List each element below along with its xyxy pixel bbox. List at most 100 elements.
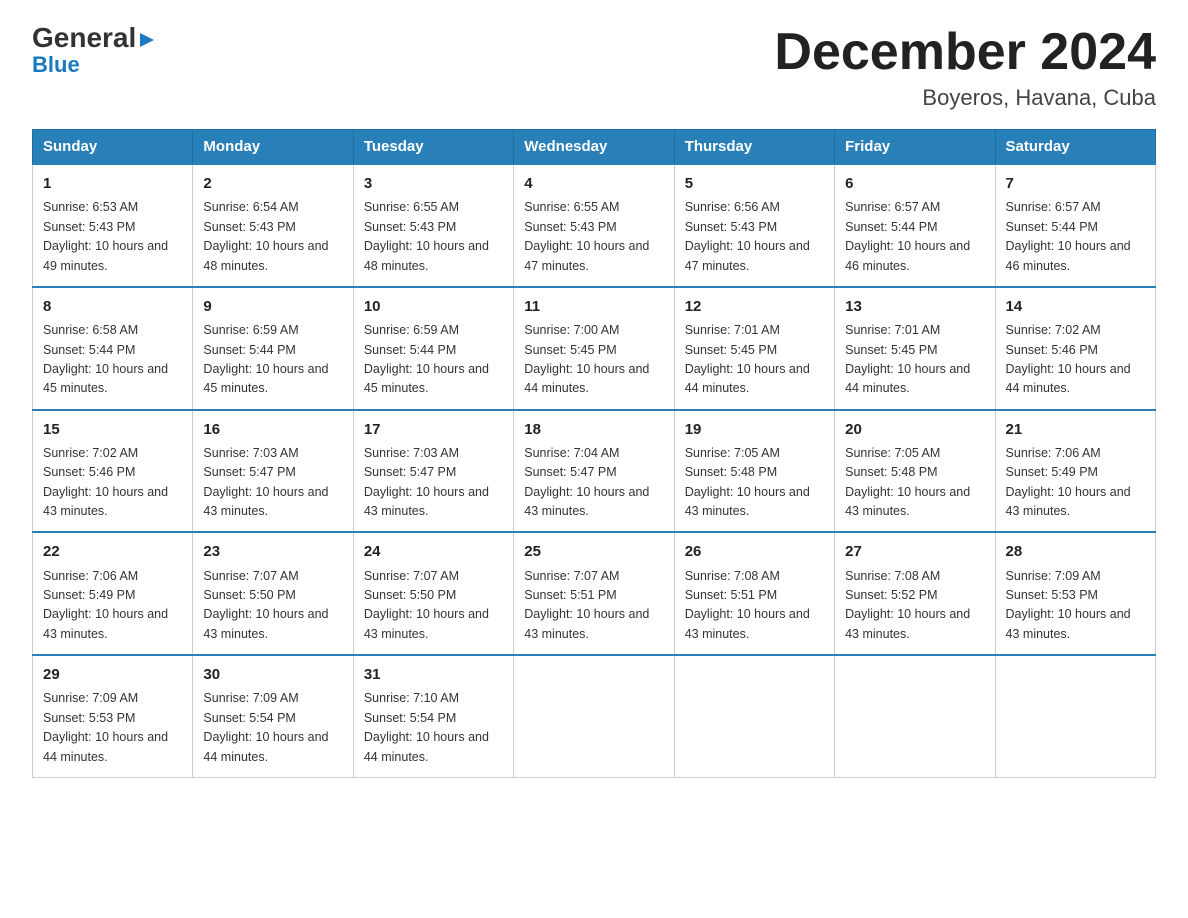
daylight-text: Daylight: 10 hours and 45 minutes.	[203, 362, 328, 395]
sunset-text: Sunset: 5:47 PM	[524, 465, 616, 479]
sunset-text: Sunset: 5:49 PM	[43, 588, 135, 602]
daylight-text: Daylight: 10 hours and 44 minutes.	[1006, 362, 1131, 395]
sunset-text: Sunset: 5:43 PM	[524, 220, 616, 234]
calendar-cell: 31 Sunrise: 7:10 AM Sunset: 5:54 PM Dayl…	[353, 655, 513, 777]
sunrise-text: Sunrise: 7:07 AM	[203, 569, 298, 583]
sunrise-text: Sunrise: 6:54 AM	[203, 200, 298, 214]
calendar-cell: 7 Sunrise: 6:57 AM Sunset: 5:44 PM Dayli…	[995, 164, 1155, 287]
calendar-cell: 21 Sunrise: 7:06 AM Sunset: 5:49 PM Dayl…	[995, 410, 1155, 533]
daylight-text: Daylight: 10 hours and 45 minutes.	[43, 362, 168, 395]
sunset-text: Sunset: 5:49 PM	[1006, 465, 1098, 479]
calendar-week-1: 1 Sunrise: 6:53 AM Sunset: 5:43 PM Dayli…	[33, 164, 1156, 287]
daylight-text: Daylight: 10 hours and 43 minutes.	[203, 607, 328, 640]
daylight-text: Daylight: 10 hours and 43 minutes.	[1006, 485, 1131, 518]
day-number: 4	[524, 172, 663, 195]
location-subtitle: Boyeros, Havana, Cuba	[774, 85, 1156, 111]
daylight-text: Daylight: 10 hours and 47 minutes.	[524, 239, 649, 272]
day-number: 29	[43, 663, 182, 686]
sunset-text: Sunset: 5:51 PM	[524, 588, 616, 602]
daylight-text: Daylight: 10 hours and 44 minutes.	[364, 730, 489, 763]
day-number: 31	[364, 663, 503, 686]
sunset-text: Sunset: 5:52 PM	[845, 588, 937, 602]
page-header: General Blue December 2024 Boyeros, Hava…	[32, 24, 1156, 111]
sunrise-text: Sunrise: 7:07 AM	[364, 569, 459, 583]
calendar-cell: 4 Sunrise: 6:55 AM Sunset: 5:43 PM Dayli…	[514, 164, 674, 287]
day-number: 13	[845, 295, 984, 318]
sunset-text: Sunset: 5:46 PM	[43, 465, 135, 479]
calendar-cell: 28 Sunrise: 7:09 AM Sunset: 5:53 PM Dayl…	[995, 532, 1155, 655]
sunrise-text: Sunrise: 6:58 AM	[43, 323, 138, 337]
calendar-cell: 3 Sunrise: 6:55 AM Sunset: 5:43 PM Dayli…	[353, 164, 513, 287]
header-sunday: Sunday	[33, 130, 193, 165]
logo-blue-text: Blue	[32, 52, 80, 78]
sunset-text: Sunset: 5:44 PM	[845, 220, 937, 234]
calendar-cell: 12 Sunrise: 7:01 AM Sunset: 5:45 PM Dayl…	[674, 287, 834, 410]
calendar-week-4: 22 Sunrise: 7:06 AM Sunset: 5:49 PM Dayl…	[33, 532, 1156, 655]
header-thursday: Thursday	[674, 130, 834, 165]
calendar-cell: 20 Sunrise: 7:05 AM Sunset: 5:48 PM Dayl…	[835, 410, 995, 533]
calendar-table: Sunday Monday Tuesday Wednesday Thursday…	[32, 129, 1156, 778]
logo-arrow-icon	[138, 31, 156, 49]
sunrise-text: Sunrise: 7:04 AM	[524, 446, 619, 460]
sunrise-text: Sunrise: 6:57 AM	[1006, 200, 1101, 214]
daylight-text: Daylight: 10 hours and 46 minutes.	[1006, 239, 1131, 272]
daylight-text: Daylight: 10 hours and 47 minutes.	[685, 239, 810, 272]
sunrise-text: Sunrise: 7:09 AM	[203, 691, 298, 705]
sunrise-text: Sunrise: 7:00 AM	[524, 323, 619, 337]
calendar-cell: 17 Sunrise: 7:03 AM Sunset: 5:47 PM Dayl…	[353, 410, 513, 533]
calendar-cell	[835, 655, 995, 777]
month-title: December 2024	[774, 24, 1156, 81]
sunrise-text: Sunrise: 6:59 AM	[364, 323, 459, 337]
day-number: 7	[1006, 172, 1145, 195]
calendar-cell: 29 Sunrise: 7:09 AM Sunset: 5:53 PM Dayl…	[33, 655, 193, 777]
sunrise-text: Sunrise: 7:06 AM	[43, 569, 138, 583]
calendar-cell: 27 Sunrise: 7:08 AM Sunset: 5:52 PM Dayl…	[835, 532, 995, 655]
sunrise-text: Sunrise: 7:08 AM	[685, 569, 780, 583]
sunset-text: Sunset: 5:48 PM	[685, 465, 777, 479]
calendar-cell: 8 Sunrise: 6:58 AM Sunset: 5:44 PM Dayli…	[33, 287, 193, 410]
daylight-text: Daylight: 10 hours and 43 minutes.	[364, 485, 489, 518]
sunrise-text: Sunrise: 7:02 AM	[43, 446, 138, 460]
calendar-cell: 15 Sunrise: 7:02 AM Sunset: 5:46 PM Dayl…	[33, 410, 193, 533]
day-number: 21	[1006, 418, 1145, 441]
calendar-cell: 19 Sunrise: 7:05 AM Sunset: 5:48 PM Dayl…	[674, 410, 834, 533]
day-number: 8	[43, 295, 182, 318]
day-number: 30	[203, 663, 342, 686]
sunrise-text: Sunrise: 6:55 AM	[364, 200, 459, 214]
sunset-text: Sunset: 5:47 PM	[364, 465, 456, 479]
calendar-cell: 13 Sunrise: 7:01 AM Sunset: 5:45 PM Dayl…	[835, 287, 995, 410]
sunset-text: Sunset: 5:43 PM	[364, 220, 456, 234]
calendar-week-3: 15 Sunrise: 7:02 AM Sunset: 5:46 PM Dayl…	[33, 410, 1156, 533]
sunrise-text: Sunrise: 7:03 AM	[364, 446, 459, 460]
sunrise-text: Sunrise: 7:03 AM	[203, 446, 298, 460]
sunrise-text: Sunrise: 6:57 AM	[845, 200, 940, 214]
calendar-cell	[674, 655, 834, 777]
day-number: 1	[43, 172, 182, 195]
day-number: 5	[685, 172, 824, 195]
sunset-text: Sunset: 5:48 PM	[845, 465, 937, 479]
day-number: 26	[685, 540, 824, 563]
header-saturday: Saturday	[995, 130, 1155, 165]
header-friday: Friday	[835, 130, 995, 165]
calendar-week-2: 8 Sunrise: 6:58 AM Sunset: 5:44 PM Dayli…	[33, 287, 1156, 410]
calendar-cell: 1 Sunrise: 6:53 AM Sunset: 5:43 PM Dayli…	[33, 164, 193, 287]
daylight-text: Daylight: 10 hours and 43 minutes.	[685, 485, 810, 518]
day-number: 6	[845, 172, 984, 195]
calendar-cell: 23 Sunrise: 7:07 AM Sunset: 5:50 PM Dayl…	[193, 532, 353, 655]
sunrise-text: Sunrise: 7:07 AM	[524, 569, 619, 583]
daylight-text: Daylight: 10 hours and 44 minutes.	[845, 362, 970, 395]
day-number: 28	[1006, 540, 1145, 563]
header-monday: Monday	[193, 130, 353, 165]
sunset-text: Sunset: 5:44 PM	[364, 343, 456, 357]
day-number: 18	[524, 418, 663, 441]
daylight-text: Daylight: 10 hours and 43 minutes.	[43, 485, 168, 518]
day-number: 27	[845, 540, 984, 563]
daylight-text: Daylight: 10 hours and 44 minutes.	[524, 362, 649, 395]
daylight-text: Daylight: 10 hours and 45 minutes.	[364, 362, 489, 395]
day-number: 10	[364, 295, 503, 318]
sunrise-text: Sunrise: 7:08 AM	[845, 569, 940, 583]
sunset-text: Sunset: 5:45 PM	[524, 343, 616, 357]
day-number: 9	[203, 295, 342, 318]
sunrise-text: Sunrise: 7:09 AM	[1006, 569, 1101, 583]
calendar-cell: 14 Sunrise: 7:02 AM Sunset: 5:46 PM Dayl…	[995, 287, 1155, 410]
